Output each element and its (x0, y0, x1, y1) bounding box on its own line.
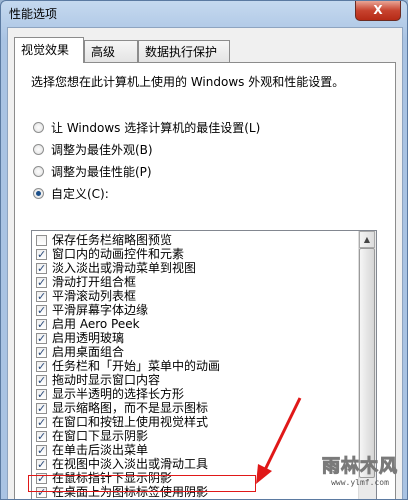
checkbox-checked[interactable] (36, 443, 47, 458)
checkbox-label: 在窗口下显示阴影 (52, 429, 149, 443)
close-button[interactable]: X (355, 1, 401, 21)
checkbox-checked[interactable] (36, 429, 47, 444)
checkbox-checked[interactable] (36, 387, 47, 402)
checkbox-label: 启用透明玻璃 (52, 331, 125, 345)
checkbox-checked[interactable] (36, 317, 47, 332)
performance-options-window: 性能选项 X 视觉效果 高级 数据执行保护 选择您想在此计算机上使用的 Wind… (0, 0, 408, 500)
radio-circle[interactable] (33, 144, 44, 155)
panel-description: 选择您想在此计算机上使用的 Windows 外观和性能设置。 (31, 75, 345, 89)
checkbox[interactable] (36, 235, 47, 246)
tab-visual-effects[interactable]: 视觉效果 (14, 37, 84, 63)
watermark-text: 雨林木风 (322, 456, 398, 478)
checkbox-label: 保存任务栏缩略图预览 (52, 233, 173, 247)
checkbox-checked[interactable] (36, 275, 47, 290)
title-bar[interactable]: 性能选项 X (1, 1, 407, 27)
scroll-thumb[interactable] (359, 248, 375, 478)
checkbox-label: 显示半透明的选择长方形 (52, 387, 185, 401)
checkbox-checked[interactable] (36, 289, 47, 304)
checkbox-label: 平滑屏幕字体边缘 (52, 303, 149, 317)
checkbox-label: 在单击后淡出菜单 (52, 443, 149, 457)
radio-label: 调整为最佳性能(P) (51, 165, 152, 179)
radio-label: 让 Windows 选择计算机的最佳设置(L) (51, 121, 261, 135)
checkbox-checked[interactable] (36, 359, 47, 374)
checkbox-checked[interactable] (36, 247, 47, 262)
checkbox-label: 启用 Aero Peek (52, 317, 140, 331)
watermark-url: www.ylmf.com (331, 478, 389, 487)
checkbox-checked[interactable] (36, 415, 47, 430)
tab-advanced[interactable]: 高级 (84, 40, 138, 62)
checkbox-checked[interactable] (36, 345, 47, 360)
checkbox-label: 在窗口和按钮上使用视觉样式 (52, 415, 209, 429)
window-title: 性能选项 (9, 7, 58, 21)
checkbox-checked[interactable] (36, 261, 47, 276)
checkbox-label: 滑动打开组合框 (52, 275, 137, 289)
watermark-logo: 雨林木风 www.ylmf.com (318, 452, 402, 496)
dialog-body: 视觉效果 高级 数据执行保护 选择您想在此计算机上使用的 Windows 外观和… (7, 27, 403, 499)
highlight-box (28, 475, 256, 492)
radio-label: 调整为最佳外观(B) (51, 143, 153, 157)
checkbox-label: 拖动时显示窗口内容 (52, 373, 161, 387)
radio-label: 自定义(C): (51, 187, 109, 201)
tab-data-execution-prevention[interactable]: 数据执行保护 (138, 40, 230, 62)
checkbox-label: 平滑滚动列表框 (52, 289, 137, 303)
checkbox-label: 窗口内的动画控件和元素 (52, 247, 185, 261)
checkbox-checked[interactable] (36, 303, 47, 318)
checkbox-label: 任务栏和「开始」菜单中的动画 (52, 359, 221, 373)
radio-circle[interactable] (33, 166, 44, 177)
checkbox-label: 显示缩略图，而不是显示图标 (52, 401, 209, 415)
checkbox-checked[interactable] (36, 373, 47, 388)
checkbox-checked[interactable] (36, 457, 47, 472)
checkbox-label: 淡入淡出或滑动菜单到视图 (52, 261, 197, 275)
radio-circle-selected[interactable] (33, 188, 44, 199)
checkbox-label: 启用桌面组合 (52, 345, 125, 359)
checkbox-label: 在视图中淡入淡出或滑动工具 (52, 457, 209, 471)
radio-circle[interactable] (33, 122, 44, 133)
scroll-up-arrow-icon[interactable]: ▲ (359, 231, 375, 248)
visual-effects-panel: 选择您想在此计算机上使用的 Windows 外观和性能设置。 让 Windows… (14, 62, 396, 499)
checkbox-checked[interactable] (36, 331, 47, 346)
checkbox-checked[interactable] (36, 401, 47, 416)
